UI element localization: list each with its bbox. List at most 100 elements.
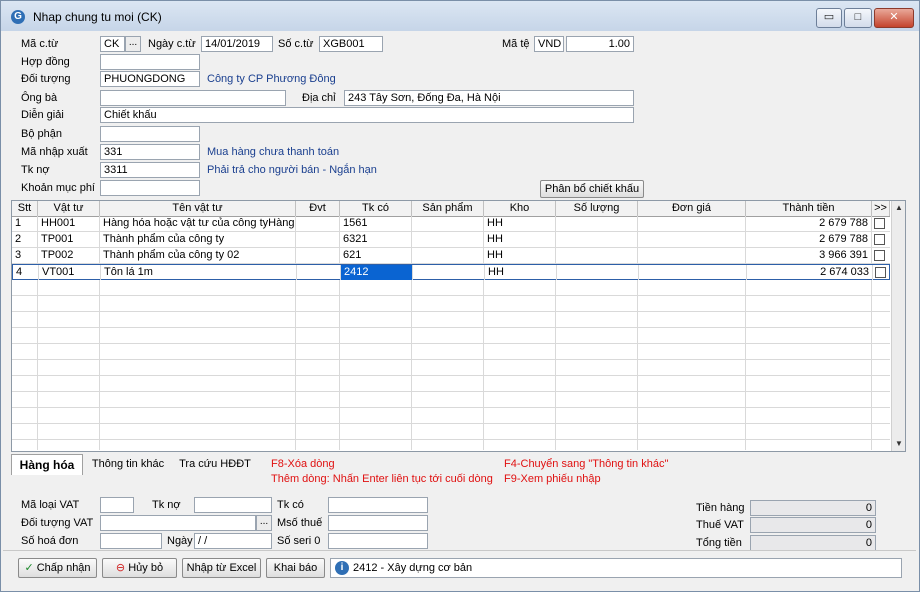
col-kho[interactable]: Kho bbox=[484, 201, 556, 216]
col-ten-vat-tu[interactable]: Tên vật tư bbox=[100, 201, 296, 216]
row-kho[interactable]: HH bbox=[484, 216, 556, 231]
footer-divider bbox=[3, 550, 916, 551]
so-seri-field[interactable] bbox=[328, 533, 428, 549]
tab-thong-tin-khac[interactable]: Thông tin khác bbox=[87, 454, 169, 475]
scroll-down-icon[interactable]: ▼ bbox=[892, 437, 905, 451]
exchange-rate-field[interactable]: 1.00 bbox=[566, 36, 634, 52]
ma-loai-vat-field[interactable] bbox=[100, 497, 134, 513]
tab-tra-cuu-hddt[interactable]: Tra cứu HĐĐT bbox=[173, 454, 257, 475]
khoan-muc-phi-field[interactable] bbox=[100, 180, 200, 196]
row-tk-co[interactable]: 621 bbox=[340, 248, 412, 263]
chap-nhan-button[interactable]: ✓ Chấp nhận bbox=[18, 558, 97, 578]
ngay-field[interactable]: / / bbox=[194, 533, 272, 549]
mso-thue-field[interactable] bbox=[328, 515, 428, 531]
row-vat-tu[interactable]: TP001 bbox=[38, 232, 100, 247]
row-san-pham[interactable] bbox=[413, 265, 485, 280]
doi-tuong-vat-lookup-button[interactable]: ... bbox=[256, 515, 272, 531]
row-thanh-tien[interactable]: 2 679 788 bbox=[746, 232, 872, 247]
so-hoa-don-field[interactable] bbox=[100, 533, 162, 549]
col-dvt[interactable]: Đvt bbox=[296, 201, 340, 216]
tab-hang-hoa[interactable]: Hàng hóa bbox=[11, 454, 83, 475]
doi-tuong-field[interactable]: PHUONGDONG bbox=[100, 71, 200, 87]
row-don-gia[interactable] bbox=[639, 265, 747, 280]
row-vat-tu[interactable]: HH001 bbox=[38, 216, 100, 231]
row-tk-co[interactable]: 1561 bbox=[340, 216, 412, 231]
so-ct-field[interactable]: XGB001 bbox=[319, 36, 383, 52]
ma-nhap-xuat-field[interactable]: 331 bbox=[100, 144, 200, 160]
row-so-luong[interactable] bbox=[557, 265, 639, 280]
row-kho[interactable]: HH bbox=[484, 232, 556, 247]
table-row[interactable]: 3 TP002 Thành phẩm của công ty 02 621 HH… bbox=[12, 248, 890, 264]
hint-f4: F4-Chuyển sang "Thông tin khác" bbox=[504, 458, 669, 470]
row-san-pham[interactable] bbox=[412, 216, 484, 231]
row-dvt[interactable] bbox=[296, 216, 340, 231]
row-so-luong[interactable] bbox=[556, 216, 638, 231]
row-tk-co[interactable]: 6321 bbox=[340, 232, 412, 247]
row-ten-vat-tu[interactable]: Hàng hóa hoặc vật tư của công tyHàng bbox=[100, 216, 296, 231]
ma-nhap-xuat-label: Mã nhập xuất bbox=[21, 146, 88, 158]
col-thanh-tien[interactable]: Thành tiền bbox=[746, 201, 872, 216]
row-dvt[interactable] bbox=[297, 265, 341, 280]
huy-bo-button[interactable]: ⊖ Hủy bỏ bbox=[102, 558, 177, 578]
row-so-luong[interactable] bbox=[556, 248, 638, 263]
row-kho[interactable]: HH bbox=[484, 248, 556, 263]
row-tk-co-active[interactable]: 2412 bbox=[341, 265, 413, 280]
doi-tuong-vat-field[interactable] bbox=[100, 515, 256, 531]
table-row[interactable]: 4 VT001 Tôn lá 1m 2412 HH 2 674 033 bbox=[12, 264, 890, 280]
row-don-gia[interactable] bbox=[638, 248, 746, 263]
ma-te-field[interactable]: VND bbox=[534, 36, 564, 52]
row-checkbox[interactable] bbox=[874, 234, 885, 245]
table-row[interactable]: 1 HH001 Hàng hóa hoặc vật tư của công ty… bbox=[12, 216, 890, 232]
col-so-luong[interactable]: Số lượng bbox=[556, 201, 638, 216]
ngay-ct-field[interactable]: 14/01/2019 bbox=[201, 36, 273, 52]
row-checkbox[interactable] bbox=[874, 218, 885, 229]
col-don-gia[interactable]: Đơn giá bbox=[638, 201, 746, 216]
row-ten-vat-tu[interactable]: Thành phẩm của công ty 02 bbox=[100, 248, 296, 263]
phan-bo-chiet-khau-button[interactable]: Phân bổ chiết khấu bbox=[540, 180, 644, 198]
dien-giai-field[interactable]: Chiết khấu bbox=[100, 107, 634, 123]
status-bar: i 2412 - Xây dựng cơ bản bbox=[330, 558, 902, 578]
col-tk-co[interactable]: Tk có bbox=[340, 201, 412, 216]
tk-no-field[interactable]: 3311 bbox=[100, 162, 200, 178]
table-row[interactable]: 2 TP001 Thành phẩm của công ty 6321 HH 2… bbox=[12, 232, 890, 248]
row-don-gia[interactable] bbox=[638, 232, 746, 247]
dia-chi-field[interactable]: 243 Tây Sơn, Đống Đa, Hà Nội bbox=[344, 90, 634, 106]
row-so-luong[interactable] bbox=[556, 232, 638, 247]
row-thanh-tien[interactable]: 3 966 391 bbox=[746, 248, 872, 263]
minimize-button[interactable]: ▭ bbox=[816, 8, 842, 28]
hop-dong-field[interactable] bbox=[100, 54, 200, 70]
nhap-tu-excel-button[interactable]: Nhập từ Excel bbox=[182, 558, 261, 578]
row-dvt[interactable] bbox=[296, 248, 340, 263]
row-thanh-tien[interactable]: 2 679 788 bbox=[746, 216, 872, 231]
row-thanh-tien[interactable]: 2 674 033 bbox=[747, 265, 873, 280]
vat-tk-no-field[interactable] bbox=[194, 497, 272, 513]
row-ten-vat-tu[interactable]: Tôn lá 1m bbox=[101, 265, 297, 280]
grid-vertical-scrollbar[interactable]: ▲ ▼ bbox=[891, 201, 905, 451]
row-checkbox[interactable] bbox=[874, 250, 885, 261]
row-dvt[interactable] bbox=[296, 232, 340, 247]
ma-ct-lookup-button[interactable]: ... bbox=[125, 36, 141, 52]
row-checkbox[interactable] bbox=[875, 267, 886, 278]
col-san-pham[interactable]: Sản phẩm bbox=[412, 201, 484, 216]
row-kho[interactable]: HH bbox=[485, 265, 557, 280]
vat-tk-co-label: Tk có bbox=[277, 499, 304, 511]
col-stt[interactable]: Stt bbox=[12, 201, 38, 216]
scroll-up-icon[interactable]: ▲ bbox=[892, 201, 905, 215]
ma-ct-field[interactable]: CK bbox=[100, 36, 125, 52]
ong-ba-field[interactable] bbox=[100, 90, 286, 106]
vat-tk-co-field[interactable] bbox=[328, 497, 428, 513]
row-san-pham[interactable] bbox=[412, 232, 484, 247]
row-ten-vat-tu[interactable]: Thành phẩm của công ty bbox=[100, 232, 296, 247]
khai-bao-button[interactable]: Khai báo bbox=[266, 558, 325, 578]
row-vat-tu[interactable]: TP002 bbox=[38, 248, 100, 263]
col-vat-tu[interactable]: Vật tư bbox=[38, 201, 100, 216]
close-button[interactable]: ✕ bbox=[874, 8, 914, 28]
row-don-gia[interactable] bbox=[638, 216, 746, 231]
so-seri-label: Số seri 0 bbox=[277, 535, 321, 547]
maximize-button[interactable]: □ bbox=[844, 8, 872, 28]
row-san-pham[interactable] bbox=[412, 248, 484, 263]
bo-phan-field[interactable] bbox=[100, 126, 200, 142]
row-vat-tu[interactable]: VT001 bbox=[39, 265, 101, 280]
col-more[interactable]: >> bbox=[872, 201, 890, 216]
app-logo-icon: G bbox=[11, 10, 25, 24]
